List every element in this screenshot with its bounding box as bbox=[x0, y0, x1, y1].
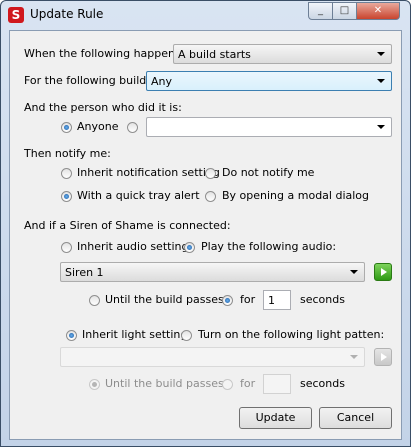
audio-duration-input[interactable]: 1 bbox=[263, 290, 291, 310]
siren-of-shame-app-icon: S bbox=[8, 7, 24, 23]
notify-modal-label: By opening a modal dialog bbox=[222, 189, 370, 202]
siren-label: And if a Siren of Shame is connected: bbox=[24, 219, 231, 232]
notify-inherit-label: Inherit notification setting bbox=[77, 166, 220, 179]
trigger-dropdown[interactable]: A build starts bbox=[173, 44, 392, 64]
dialog-body: When the following happens: A build star… bbox=[9, 30, 402, 440]
maximize-button[interactable]: □ bbox=[332, 2, 357, 20]
audio-seconds-label: seconds bbox=[300, 293, 345, 306]
notify-inherit-radio[interactable] bbox=[61, 168, 72, 179]
light-inherit-label: Inherit light setting bbox=[82, 328, 188, 341]
trigger-label: When the following happens: bbox=[24, 47, 185, 60]
audio-dropdown[interactable]: Siren 1 bbox=[60, 262, 365, 282]
light-until-passes-label: Until the build passes bbox=[105, 377, 224, 390]
specific-person-radio[interactable] bbox=[127, 122, 138, 133]
audio-inherit-radio[interactable] bbox=[61, 242, 72, 253]
notify-tray-label: With a quick tray alert bbox=[77, 189, 200, 202]
light-for-radio[interactable] bbox=[222, 379, 233, 390]
chevron-down-icon bbox=[377, 125, 385, 129]
person-label: And the person who did it is: bbox=[24, 101, 182, 114]
light-until-passes-radio[interactable] bbox=[89, 379, 100, 390]
notify-tray-radio[interactable] bbox=[61, 191, 72, 202]
update-button[interactable]: Update bbox=[239, 407, 312, 429]
build-dropdown[interactable]: Any bbox=[146, 71, 392, 91]
update-rule-window: S Update Rule _ □ ✕ When the following h… bbox=[0, 0, 411, 447]
anyone-radio[interactable] bbox=[61, 122, 72, 133]
audio-duration-value: 1 bbox=[268, 294, 275, 307]
light-pattern-label: Turn on the following light patten: bbox=[198, 328, 385, 341]
notify-modal-radio[interactable] bbox=[205, 191, 216, 202]
chevron-down-icon bbox=[377, 79, 385, 83]
window-title: Update Rule bbox=[30, 7, 104, 21]
minimize-button[interactable]: _ bbox=[308, 2, 333, 20]
notify-none-radio[interactable] bbox=[205, 168, 216, 179]
audio-play-label: Play the following audio: bbox=[201, 240, 337, 253]
chevron-down-icon bbox=[377, 52, 385, 56]
audio-until-passes-label: Until the build passes bbox=[105, 293, 224, 306]
audio-until-passes-radio[interactable] bbox=[89, 295, 100, 306]
close-button[interactable]: ✕ bbox=[356, 2, 400, 20]
chevron-down-icon bbox=[350, 355, 358, 359]
play-audio-icon[interactable] bbox=[374, 263, 392, 281]
light-inherit-radio[interactable] bbox=[66, 330, 77, 341]
light-for-label: for bbox=[240, 377, 256, 390]
anyone-label: Anyone bbox=[77, 120, 119, 133]
light-pattern-radio[interactable] bbox=[181, 330, 192, 341]
audio-play-radio[interactable] bbox=[184, 242, 195, 253]
audio-inherit-label: Inherit audio setting bbox=[77, 240, 189, 253]
light-dropdown[interactable] bbox=[60, 347, 365, 367]
notify-none-label: Do not notify me bbox=[222, 166, 315, 179]
notify-label: Then notify me: bbox=[24, 147, 111, 160]
build-label: For the following build: bbox=[24, 74, 150, 87]
trigger-dropdown-value: A build starts bbox=[178, 48, 251, 61]
light-duration-input[interactable] bbox=[263, 374, 291, 394]
audio-dropdown-value: Siren 1 bbox=[65, 266, 104, 279]
play-light-icon[interactable] bbox=[374, 348, 392, 366]
cancel-button[interactable]: Cancel bbox=[319, 407, 392, 429]
audio-for-radio[interactable] bbox=[222, 295, 233, 306]
light-seconds-label: seconds bbox=[300, 377, 345, 390]
chevron-down-icon bbox=[350, 270, 358, 274]
audio-for-label: for bbox=[240, 293, 256, 306]
build-dropdown-value: Any bbox=[151, 75, 173, 88]
title-bar[interactable]: S Update Rule _ □ ✕ bbox=[1, 1, 410, 29]
person-dropdown[interactable] bbox=[146, 117, 392, 137]
